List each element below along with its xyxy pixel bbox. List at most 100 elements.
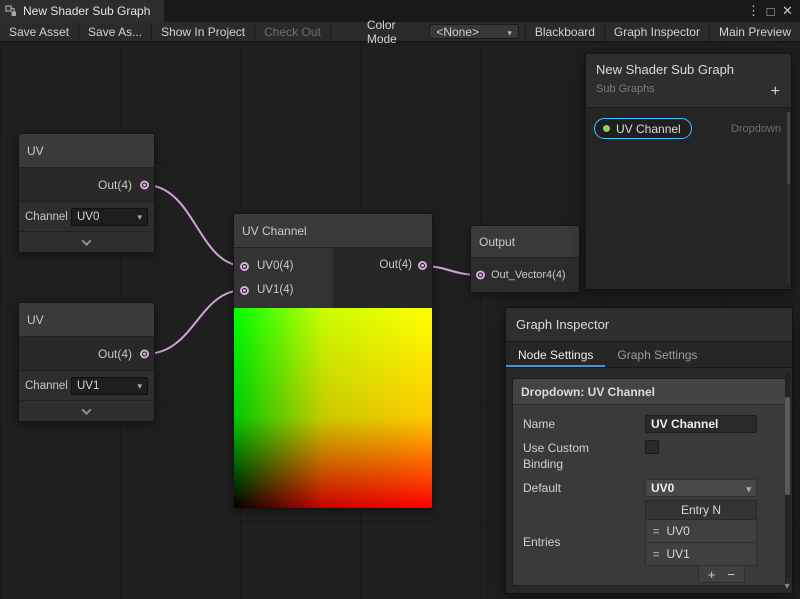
scrollbar-thumb[interactable] — [785, 397, 790, 495]
channel-value: UV1 — [77, 380, 99, 392]
port-label: Out(4) — [98, 178, 132, 192]
collapse-bar[interactable] — [19, 401, 154, 421]
save-as-button[interactable]: Save As... — [79, 22, 152, 41]
entries-list-buttons: + − — [698, 566, 745, 583]
default-dropdown[interactable]: UV0 — [645, 479, 757, 497]
entries-field-row: Entries Entry N UV0 UV1 — [523, 500, 759, 583]
blackboard-header[interactable]: New Shader Sub Graph Sub Graphs + — [586, 54, 791, 108]
graph-inspector-panel: Graph Inspector Node Settings Graph Sett… — [505, 307, 793, 594]
node-body: UV0(4) UV1(4) Out(4) — [234, 248, 432, 308]
toolbar-right-group: Blackboard Graph Inspector Main Preview — [525, 22, 800, 41]
input-port-icon[interactable] — [240, 286, 249, 295]
channel-label: Channel — [25, 211, 67, 223]
port-label: Out(4) — [98, 347, 132, 361]
input-port-icon[interactable] — [240, 262, 249, 271]
window-tab[interactable]: New Shader Sub Graph — [0, 0, 164, 22]
blackboard-item-uv-channel[interactable]: UV Channel — [594, 118, 692, 139]
exposed-dot-icon — [603, 125, 610, 132]
blackboard-title: New Shader Sub Graph — [596, 62, 781, 77]
use-custom-binding-checkbox[interactable] — [645, 440, 659, 454]
port-label: UV1(4) — [257, 284, 293, 296]
node-uv-bottom[interactable]: UV Out(4) Channel UV1 — [18, 302, 155, 422]
inspector-header[interactable]: Graph Inspector — [506, 308, 792, 342]
window-controls: ⋮ □ ✕ — [745, 0, 796, 22]
channel-label: Channel — [25, 380, 67, 392]
channel-control-row: Channel UV1 — [19, 371, 154, 401]
panel-title: Dropdown: UV Channel — [513, 379, 785, 405]
input-port-icon[interactable] — [476, 271, 485, 280]
tab-node-settings[interactable]: Node Settings — [506, 342, 605, 367]
node-uv-top[interactable]: UV Out(4) Channel UV0 — [18, 133, 155, 253]
color-mode-dropdown[interactable]: <None> — [429, 24, 519, 39]
collapse-bar[interactable] — [19, 232, 154, 252]
inspector-scrollbar[interactable] — [785, 372, 790, 577]
check-out-button: Check Out — [255, 22, 331, 41]
blackboard-item-type: Dropdown — [731, 123, 783, 135]
blackboard-toggle-button[interactable]: Blackboard — [525, 22, 604, 41]
show-in-project-button[interactable]: Show In Project — [152, 22, 255, 41]
dropdown-arrow-icon — [507, 25, 512, 39]
default-label: Default — [523, 481, 645, 495]
channel-dropdown[interactable]: UV1 — [71, 377, 148, 395]
graph-inspector-toggle-button[interactable]: Graph Inspector — [604, 22, 709, 41]
add-property-button[interactable]: + — [771, 83, 780, 101]
blackboard-scrollbar[interactable] — [787, 112, 790, 284]
dropdown-arrow-icon — [137, 380, 142, 392]
name-input[interactable]: UV Channel — [645, 415, 757, 433]
entries-list: Entry N UV0 UV1 + − — [645, 500, 757, 583]
node-output[interactable]: Output Out_Vector4(4) — [470, 225, 580, 293]
entry-label: UV0 — [666, 524, 689, 538]
name-label: Name — [523, 417, 645, 431]
output-port-row: Out(4) — [19, 337, 154, 371]
port-label: Out(4) — [379, 259, 412, 271]
remove-entry-button[interactable]: − — [727, 567, 735, 582]
drag-handle-icon[interactable] — [653, 524, 659, 538]
output-ports-section: Out(4) — [333, 248, 432, 308]
dropdown-arrow-icon — [137, 211, 142, 223]
blackboard-item-row: UV Channel Dropdown — [594, 118, 783, 139]
channel-control-row: Channel UV0 — [19, 202, 154, 232]
node-title[interactable]: UV — [19, 134, 154, 168]
add-entry-button[interactable]: + — [708, 567, 716, 582]
entry-label: UV1 — [666, 547, 689, 561]
input-ports-section: UV0(4) UV1(4) — [234, 248, 333, 308]
entries-list-header: Entry N — [645, 500, 757, 520]
toolbar: Save Asset Save As... Show In Project Ch… — [0, 22, 800, 42]
blackboard-subtitle: Sub Graphs — [596, 83, 781, 95]
dropdown-arrow-icon — [746, 481, 751, 495]
scrollbar-thumb[interactable] — [787, 112, 790, 184]
entries-label: Entries — [523, 535, 645, 549]
channel-value: UV0 — [77, 211, 99, 223]
scrollbar-down-arrow-icon[interactable] — [783, 581, 791, 592]
dropdown-settings-panel: Dropdown: UV Channel Name UV Channel Use… — [512, 378, 786, 586]
maximize-icon[interactable]: □ — [762, 4, 779, 19]
save-asset-button[interactable]: Save Asset — [0, 22, 79, 41]
channel-dropdown[interactable]: UV0 — [71, 208, 148, 226]
binding-field-row: Use Custom Binding — [523, 440, 759, 472]
drag-handle-icon[interactable] — [653, 547, 659, 561]
node-title[interactable]: UV Channel — [234, 214, 432, 248]
entries-list-footer: + − — [645, 566, 757, 583]
shader-graph-icon — [5, 5, 17, 17]
node-uv-channel[interactable]: UV Channel UV0(4) UV1(4) Out(4) — [233, 213, 433, 509]
entry-row[interactable]: UV1 — [645, 543, 757, 566]
chevron-down-icon — [82, 405, 92, 415]
output-port-icon[interactable] — [140, 180, 149, 189]
name-field-row: Name UV Channel — [523, 415, 759, 433]
node-title[interactable]: Output — [471, 226, 579, 258]
chevron-down-icon — [82, 236, 92, 246]
output-port-icon[interactable] — [418, 261, 427, 270]
entry-row[interactable]: UV0 — [645, 520, 757, 543]
panel-body: Name UV Channel Use Custom Binding Defau… — [513, 405, 785, 596]
output-port-row: Out(4) — [19, 168, 154, 202]
node-title[interactable]: UV — [19, 303, 154, 337]
blackboard-item-label: UV Channel — [616, 122, 681, 136]
output-port-icon[interactable] — [140, 349, 149, 358]
menu-icon[interactable]: ⋮ — [745, 3, 762, 19]
input-port-row: Out_Vector4(4) — [471, 258, 579, 292]
main-preview-toggle-button[interactable]: Main Preview — [709, 22, 800, 41]
input-port-row: UV0(4) — [234, 254, 333, 278]
port-label: Out_Vector4(4) — [491, 269, 566, 281]
tab-graph-settings[interactable]: Graph Settings — [605, 342, 709, 367]
close-icon[interactable]: ✕ — [779, 3, 796, 19]
